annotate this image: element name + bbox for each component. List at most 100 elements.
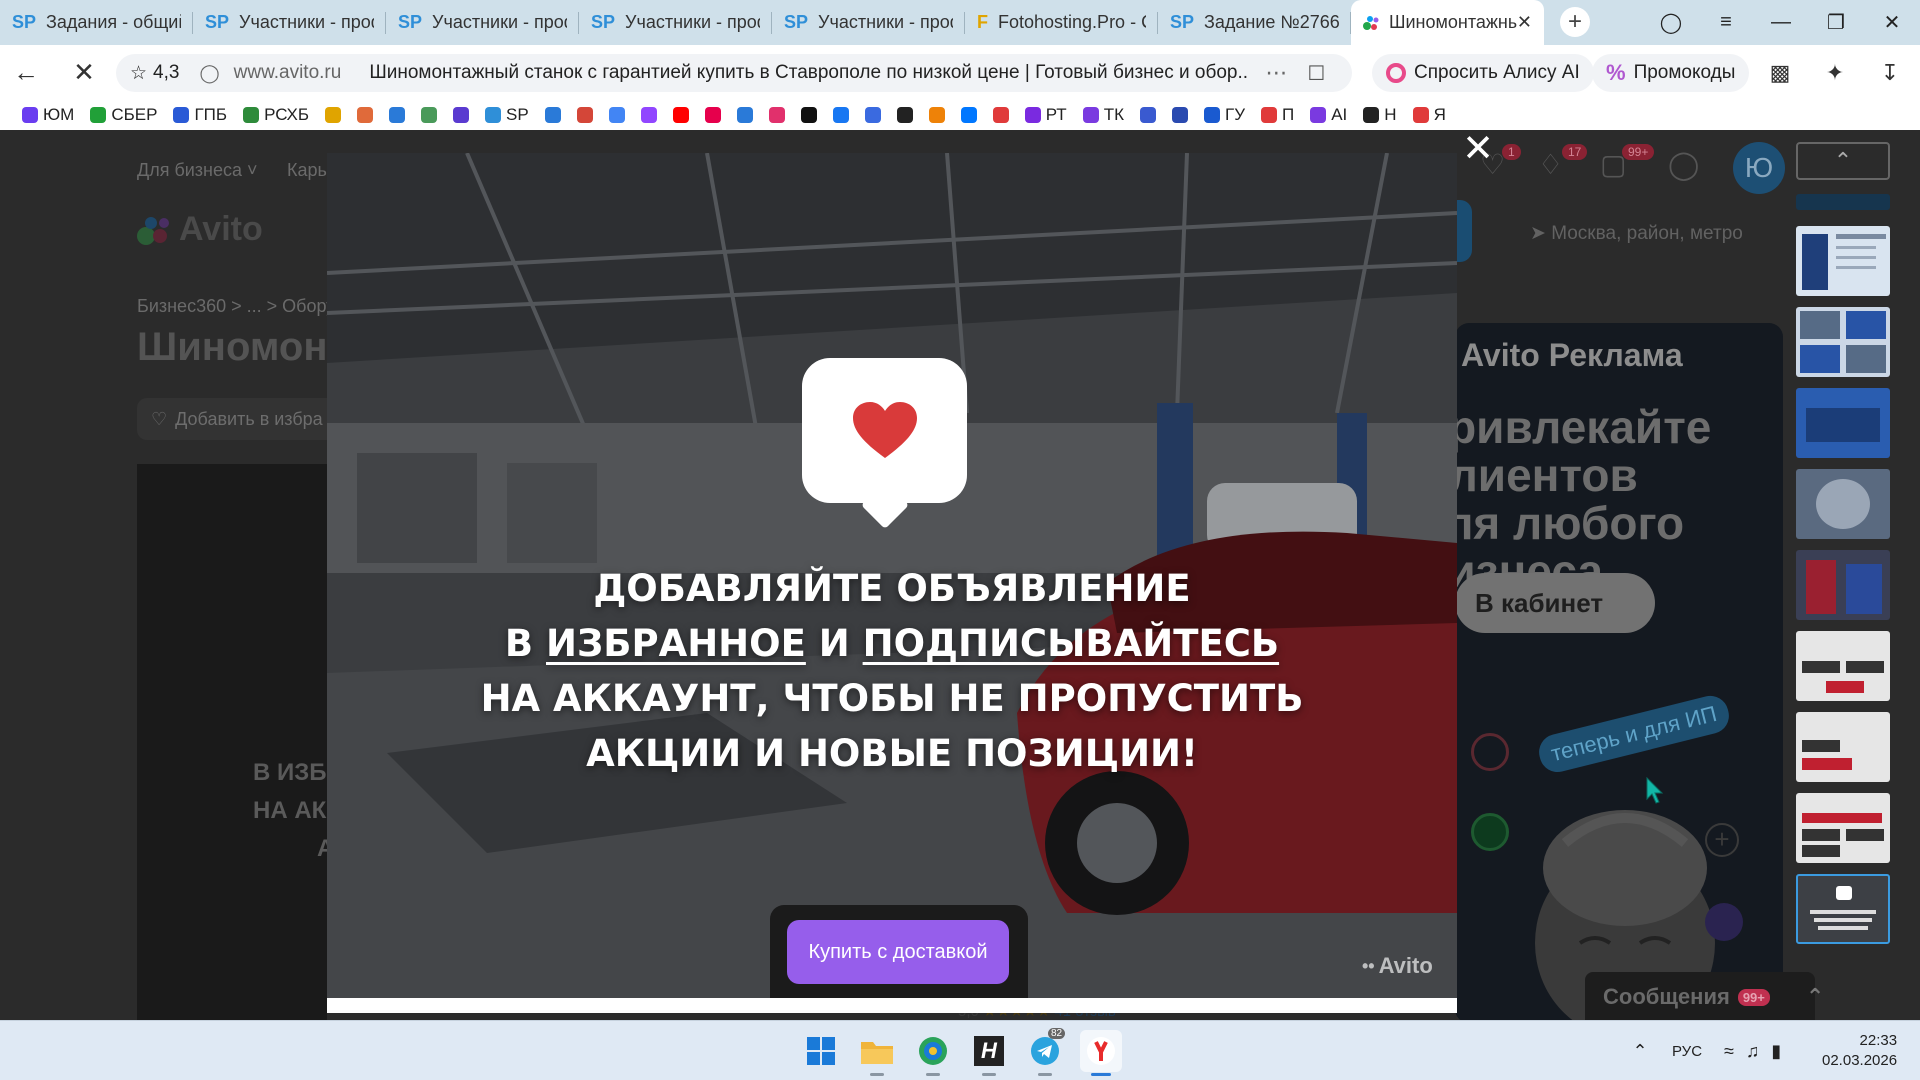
- bookmark-21[interactable]: [859, 102, 887, 128]
- bell-icon[interactable]: ♢ 17: [1538, 144, 1594, 188]
- location-selector[interactable]: ➤ Москва, район, метро: [1530, 222, 1743, 245]
- bookmark-23[interactable]: [923, 102, 951, 128]
- bookmark-30[interactable]: ГУ: [1198, 102, 1251, 128]
- volume-icon[interactable]: ♫: [1746, 1041, 1760, 1062]
- ad-cabinet-button[interactable]: В кабинет: [1455, 573, 1655, 633]
- new-tab-button[interactable]: +: [1560, 7, 1590, 37]
- telegram-app[interactable]: 82: [1024, 1028, 1066, 1076]
- extension-icon[interactable]: ▩: [1765, 58, 1795, 88]
- battery-icon[interactable]: ▮: [1771, 1041, 1781, 1062]
- close-window-icon[interactable]: ✕: [1866, 0, 1918, 45]
- avito-ads-banner[interactable]: Avito Реклама Привлекайте клиентов для л…: [1455, 323, 1783, 1020]
- thumbnail-7[interactable]: [1796, 712, 1890, 782]
- bookmark-16[interactable]: [699, 102, 727, 128]
- bookmark-15[interactable]: [667, 102, 695, 128]
- bookmark-27[interactable]: ТК: [1077, 102, 1130, 128]
- tab-3[interactable]: SP Участники - проф: [386, 0, 579, 45]
- careers-link[interactable]: Карь: [287, 160, 327, 181]
- for-business-link[interactable]: Для бизнеса ˅: [137, 160, 258, 181]
- download-icon[interactable]: ↧: [1875, 58, 1905, 88]
- thumbnail-5[interactable]: [1796, 550, 1890, 620]
- tab-6[interactable]: F Fotohosting.Pro - С: [965, 0, 1158, 45]
- minimize-icon[interactable]: —: [1755, 0, 1807, 45]
- thumbnail-3[interactable]: [1796, 388, 1890, 458]
- thumbnail-partial[interactable]: [1796, 194, 1890, 210]
- clock[interactable]: 22:33 02.03.2026: [1822, 1031, 1897, 1071]
- bookmark-25[interactable]: [987, 102, 1015, 128]
- site-rating[interactable]: ☆ 4,3: [130, 62, 179, 85]
- thumbnail-9-selected[interactable]: [1796, 874, 1890, 944]
- close-modal-icon[interactable]: ✕: [1462, 130, 1494, 168]
- bookmark-4[interactable]: РСХБ: [237, 102, 315, 128]
- bookmark-7[interactable]: [383, 102, 411, 128]
- bookmark-26[interactable]: РТ: [1019, 102, 1073, 128]
- bookmark-18[interactable]: [763, 102, 791, 128]
- thumbnail-4[interactable]: [1796, 469, 1890, 539]
- thumbnail-6[interactable]: [1796, 631, 1890, 701]
- ask-alice-button[interactable]: Спросить Алису AI: [1372, 54, 1594, 92]
- file-explorer-app[interactable]: [856, 1030, 898, 1076]
- tab-active[interactable]: Шиномонтажны ✕: [1351, 0, 1544, 45]
- bookmark-1[interactable]: ЮМ: [16, 102, 80, 128]
- start-button[interactable]: [800, 1030, 842, 1072]
- close-tab-icon[interactable]: ✕: [1517, 12, 1532, 33]
- puzzle-icon[interactable]: ✦: [1820, 58, 1850, 88]
- avito-logo[interactable]: Avito: [137, 210, 263, 249]
- bookmark-33[interactable]: Н: [1357, 102, 1402, 128]
- thumbnails-scroll-up-button[interactable]: ⌃: [1796, 142, 1890, 180]
- menu-icon[interactable]: ≡: [1700, 0, 1752, 45]
- wifi-icon[interactable]: ≈: [1724, 1041, 1734, 1062]
- bookmark-20[interactable]: [827, 102, 855, 128]
- bookmark-31[interactable]: П: [1255, 102, 1300, 128]
- bookmark-14[interactable]: [635, 102, 663, 128]
- bookmark-32[interactable]: AI: [1304, 102, 1353, 128]
- thumbnail-8[interactable]: [1796, 793, 1890, 863]
- thumbnail-2[interactable]: [1796, 307, 1890, 377]
- profile-icon[interactable]: ◯: [1645, 0, 1697, 45]
- bookmark-8[interactable]: [415, 102, 443, 128]
- bookmark-28[interactable]: [1134, 102, 1162, 128]
- browser-app[interactable]: [912, 1030, 954, 1076]
- promocodes-button[interactable]: % Промокоды: [1592, 54, 1750, 92]
- avatar[interactable]: Ю: [1733, 142, 1785, 194]
- bookmark-10[interactable]: SP: [479, 102, 535, 128]
- thumbnail-1[interactable]: [1796, 226, 1890, 296]
- buy-with-delivery-button[interactable]: Купить с доставкой: [787, 920, 1009, 984]
- stop-loading-icon[interactable]: ✕: [58, 45, 110, 100]
- tab-5[interactable]: SP Участники - проф: [772, 0, 965, 45]
- show-hidden-icons-chevron-icon[interactable]: ⌃: [1628, 1021, 1652, 1080]
- yandex-browser-app[interactable]: [1080, 1030, 1122, 1076]
- bookmark-12[interactable]: [571, 102, 599, 128]
- shield-icon[interactable]: ◯: [199, 63, 219, 84]
- more-icon[interactable]: ⋯: [1265, 60, 1287, 86]
- bookmark-22[interactable]: [891, 102, 919, 128]
- breadcrumb[interactable]: Бизнес360 > ... > Обору: [137, 296, 335, 317]
- bookmark-5[interactable]: [319, 102, 347, 128]
- bookmark-17[interactable]: [731, 102, 759, 128]
- messages-panel[interactable]: Сообщения 99+ ⌃: [1585, 972, 1824, 1020]
- bookmark-11[interactable]: [539, 102, 567, 128]
- tab-7[interactable]: SP Задание №27660: [1158, 0, 1351, 45]
- h-app[interactable]: H: [968, 1030, 1010, 1076]
- bookmark-3[interactable]: ГПБ: [167, 102, 233, 128]
- bookmark-34[interactable]: Я: [1407, 102, 1452, 128]
- tab-4[interactable]: SP Участники - проф: [579, 0, 772, 45]
- bookmark-13[interactable]: [603, 102, 631, 128]
- tab-2[interactable]: SP Участники - проф: [193, 0, 386, 45]
- bookmark-19[interactable]: [795, 102, 823, 128]
- language-indicator[interactable]: РУС: [1672, 1021, 1702, 1080]
- chat-icon[interactable]: ▢ 99+: [1600, 144, 1656, 188]
- product-gallery[interactable]: В ИЗБ НА АК А: [137, 464, 334, 1020]
- restore-icon[interactable]: ❐: [1810, 0, 1862, 45]
- bookmark-2[interactable]: СБЕР: [84, 102, 163, 128]
- url-box[interactable]: ☆ 4,3 ◯ www.avito.ru Шиномонтажный станок…: [116, 54, 1352, 92]
- bookmark-6[interactable]: [351, 102, 379, 128]
- add-to-favorites-button[interactable]: ♡ Добавить в избра: [137, 398, 337, 440]
- back-icon[interactable]: ←: [0, 45, 52, 100]
- system-tray-icons[interactable]: ≈ ♫ ▮: [1724, 1021, 1781, 1080]
- cart-icon[interactable]: ◯: [1668, 148, 1708, 188]
- bookmark-icon[interactable]: ☐: [1307, 61, 1325, 86]
- tab-1[interactable]: SP Задания - общий ч: [0, 0, 193, 45]
- bookmark-29[interactable]: [1166, 102, 1194, 128]
- bookmark-9[interactable]: [447, 102, 475, 128]
